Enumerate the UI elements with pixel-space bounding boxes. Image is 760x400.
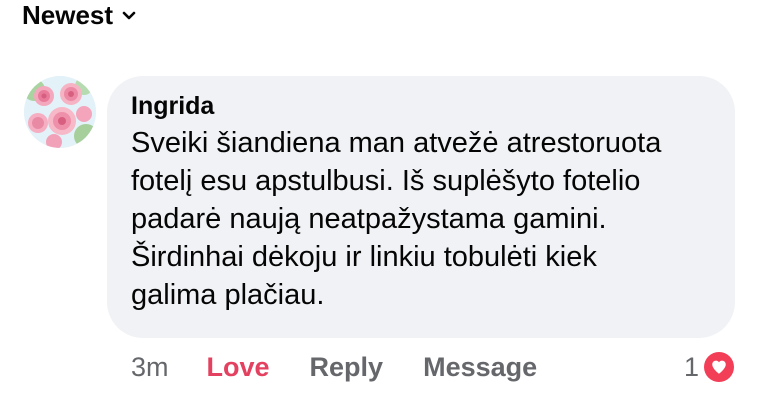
message-button[interactable]: Message: [423, 352, 537, 383]
comment-line: galima plačiau.: [131, 279, 325, 311]
comment-bubble: Ingrida Sveiki šiandiena man atvežė atre…: [107, 76, 735, 338]
sort-dropdown[interactable]: Newest: [22, 0, 137, 30]
comment-line: fotelį esu apstulbusi. Iš suplėšyto fote…: [131, 165, 641, 197]
love-button[interactable]: Love: [207, 352, 270, 383]
comment-timestamp[interactable]: 3m: [131, 352, 169, 383]
reply-button[interactable]: Reply: [310, 352, 384, 383]
chevron-down-icon: [121, 7, 137, 23]
comment-line: padarė naują neatpažystama gamini.: [131, 203, 607, 235]
comment-line: Sveiki šiandiena man atvežė atrestoruota: [131, 127, 662, 159]
comment-line: Širdinhai dėkoju ir linkiu tobulėti kiek: [131, 241, 597, 273]
comment-text: Sveiki šiandiena man atvežė atrestoruota…: [131, 124, 721, 314]
reaction-count: 1: [684, 351, 700, 382]
avatar[interactable]: [24, 76, 96, 148]
comment-actions: 3m Love Reply Message: [131, 350, 537, 384]
heart-icon: [704, 352, 735, 382]
comment-author[interactable]: Ingrida: [131, 90, 711, 122]
reaction-summary[interactable]: 1: [684, 350, 735, 384]
roses-avatar-image: [24, 76, 96, 148]
sort-label: Newest: [22, 0, 114, 30]
